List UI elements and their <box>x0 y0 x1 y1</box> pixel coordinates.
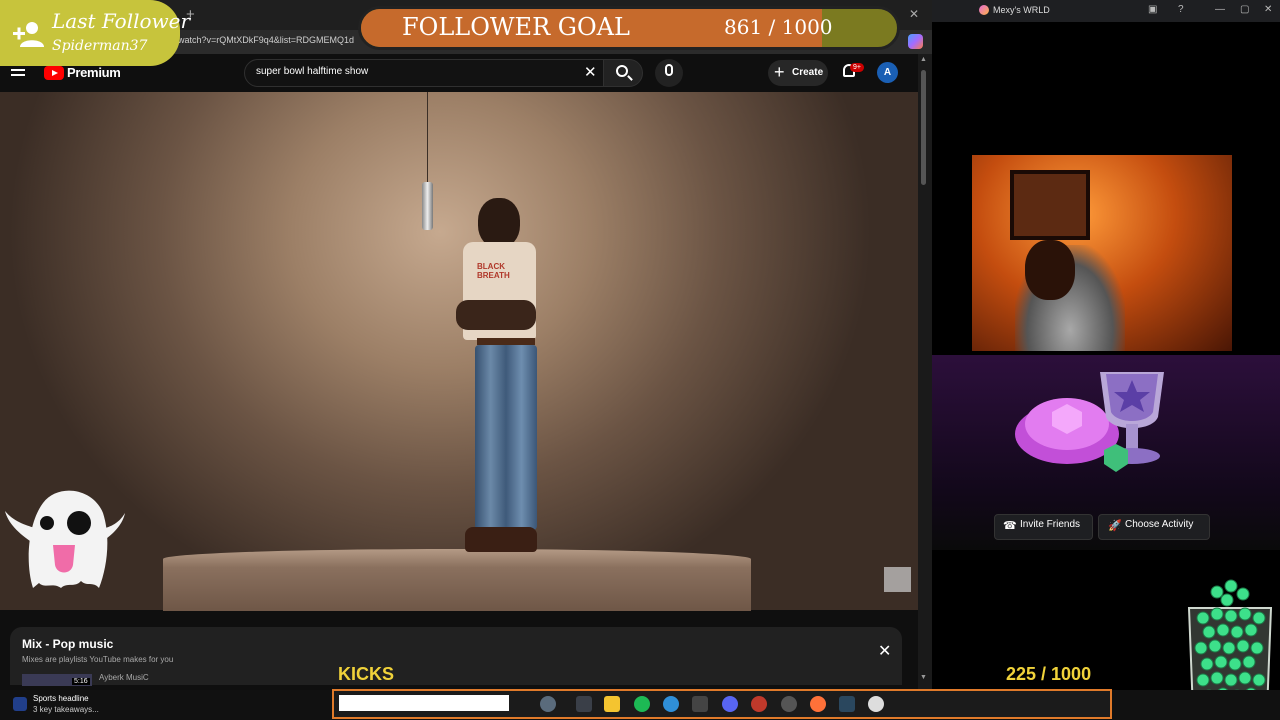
mix-item-author[interactable]: Ayberk MusiC <box>99 673 149 682</box>
youtube-brand-label[interactable]: Premium <box>67 65 121 80</box>
microphone-icon[interactable] <box>665 64 673 76</box>
minimize-icon[interactable]: — <box>1215 4 1225 15</box>
notification-count-badge: 9+ <box>850 63 864 72</box>
stage-platform <box>163 549 751 611</box>
opera-gx-icon[interactable] <box>751 696 767 712</box>
browser-close-button[interactable]: ✕ <box>909 7 919 21</box>
create-button-label[interactable]: Create <box>792 67 823 78</box>
mix-title[interactable]: Mix - Pop music <box>22 637 113 651</box>
performer-boots <box>465 527 537 552</box>
news-widget-subtitle[interactable]: 3 key takeaways... <box>33 705 99 714</box>
video-player[interactable] <box>0 92 918 610</box>
inbox-icon[interactable]: ▣ <box>1148 4 1157 15</box>
mix-subtitle: Mixes are playlists YouTube makes for yo… <box>22 655 174 664</box>
choose-activity-label[interactable]: Choose Activity <box>1125 519 1193 530</box>
trophy-activity-icon <box>1015 372 1164 472</box>
steam-icon[interactable] <box>839 696 855 712</box>
nfl-news-icon[interactable] <box>13 697 27 711</box>
youtube-logo-icon[interactable] <box>44 66 64 80</box>
scrollbar-thumb[interactable] <box>921 70 926 185</box>
task-view-icon[interactable] <box>576 696 592 712</box>
performer-head <box>478 198 520 248</box>
search-icon[interactable] <box>616 65 628 77</box>
copilot-icon[interactable] <box>908 34 923 49</box>
firefox-icon[interactable] <box>810 696 826 712</box>
phone-icon[interactable]: ☎ <box>1003 519 1017 532</box>
close-icon[interactable]: ✕ <box>1264 4 1272 15</box>
scroll-down-arrow-icon[interactable]: ▼ <box>920 674 927 681</box>
discord-icon[interactable] <box>722 696 738 712</box>
hanging-microphone <box>422 182 433 230</box>
url-text: watch?v=rQMtXDkF9q4&list=RDGMEMQ1d <box>178 35 355 45</box>
plus-icon[interactable]: + <box>774 62 785 83</box>
settings-gear-icon[interactable] <box>540 696 556 712</box>
news-widget-title[interactable]: Sports headline <box>33 694 89 703</box>
edge-browser-icon[interactable] <box>663 696 679 712</box>
performer-arms <box>456 300 536 330</box>
account-avatar[interactable]: A <box>877 62 898 83</box>
add-person-icon <box>13 22 44 47</box>
taskbar-search-input[interactable] <box>339 695 509 711</box>
last-follower-name: Spiderman37 <box>52 38 148 54</box>
kicks-count: 225 / 1000 <box>1006 664 1092 684</box>
search-clear-button[interactable]: ✕ <box>584 63 597 81</box>
invite-friends-label[interactable]: Invite Friends <box>1020 519 1080 530</box>
maximize-icon[interactable]: ▢ <box>1240 4 1249 15</box>
scroll-up-arrow-icon[interactable]: ▲ <box>920 56 927 63</box>
performer-belt <box>477 338 535 345</box>
channel-watermark[interactable] <box>884 567 911 592</box>
mix-item-duration: 5:16 <box>72 678 90 685</box>
server-avatar-icon <box>979 5 989 15</box>
follower-goal-label: FOLLOWER GOAL <box>402 13 630 41</box>
shirt-print-text: BLACK BREATH <box>477 262 510 280</box>
file-explorer-icon[interactable] <box>604 696 620 712</box>
help-icon[interactable]: ? <box>1178 4 1184 15</box>
follower-goal-count: 861 / 1000 <box>724 15 833 39</box>
search-query-text: super bowl halftime show <box>256 66 369 77</box>
wall-poster <box>1010 170 1090 240</box>
kicks-label: KICKS <box>338 664 395 684</box>
spotify-icon[interactable] <box>634 696 650 712</box>
app-icon[interactable] <box>868 696 884 712</box>
rocket-icon[interactable]: 🚀 <box>1108 519 1122 532</box>
mix-close-button[interactable]: ✕ <box>878 641 891 661</box>
performer-jeans <box>475 345 537 530</box>
capture-tool-icon[interactable] <box>692 696 708 712</box>
last-follower-title: Last Follower <box>52 9 191 33</box>
streamer-head <box>1025 240 1075 300</box>
ghost-emoji-icon <box>5 490 125 588</box>
obs-icon[interactable] <box>781 696 797 712</box>
discord-window-title: Mexy's WRLD <box>993 5 1050 15</box>
mic-cable <box>427 92 428 184</box>
